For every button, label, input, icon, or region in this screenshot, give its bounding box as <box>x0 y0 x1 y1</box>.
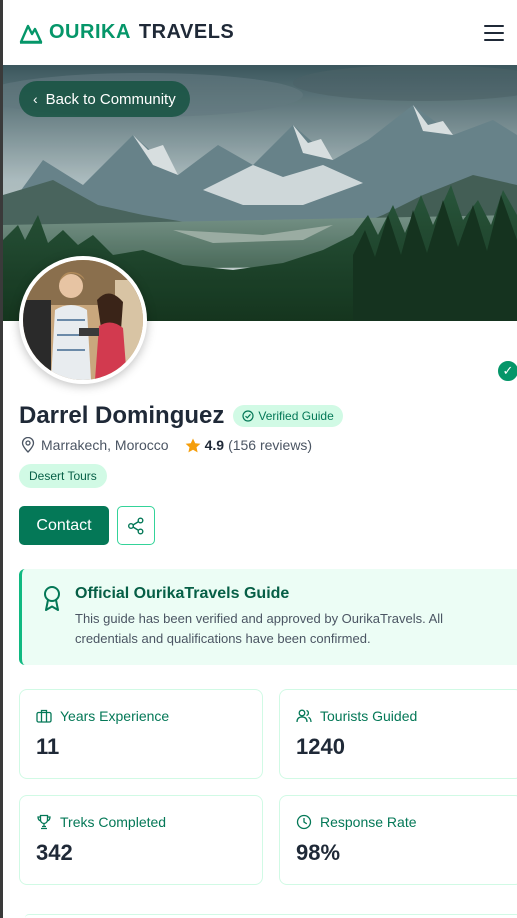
back-to-community-button[interactable]: ‹ Back to Community <box>19 81 190 117</box>
guide-name-row: Darrel Dominguez Verified Guide <box>19 402 343 430</box>
verified-guide-badge: Verified Guide <box>233 405 343 427</box>
stat-label: Years Experience <box>60 708 170 724</box>
top-nav: OURIKA TRAVELS <box>3 0 517 65</box>
clock-icon <box>296 814 312 830</box>
review-count: (156 reviews) <box>228 437 313 453</box>
stat-label: Treks Completed <box>60 814 167 830</box>
award-ribbon-icon <box>44 586 60 611</box>
stat-card-treks-completed: Treks Completed 342 <box>19 795 263 885</box>
share-button[interactable] <box>117 506 155 545</box>
brand-logo-link[interactable]: OURIKA TRAVELS <box>19 21 234 44</box>
location-pin-icon <box>21 437 35 453</box>
trophy-icon <box>37 814 51 830</box>
guide-photo <box>23 260 143 380</box>
stat-value: 98% <box>296 840 341 865</box>
stat-value: 1240 <box>296 734 345 759</box>
guide-rating: 4.9 (156 reviews) <box>185 437 313 453</box>
contact-button[interactable]: Contact <box>19 506 109 545</box>
hamburger-menu-icon[interactable] <box>484 24 504 41</box>
official-guide-panel: Official OurikaTravels Guide This guide … <box>19 569 517 665</box>
stat-card-years-experience: Years Experience 11 <box>19 689 263 779</box>
guide-location: Marrakech, Morocco <box>41 437 169 453</box>
rating-value: 4.9 <box>204 437 225 453</box>
guide-name: Darrel Dominguez <box>19 402 225 429</box>
users-icon <box>296 709 312 723</box>
stat-label: Tourists Guided <box>320 708 418 724</box>
guide-meta-row: Marrakech, Morocco 4.9 (156 reviews) <box>21 437 312 453</box>
brand-name-secondary: TRAVELS <box>138 21 235 43</box>
briefcase-icon <box>36 709 52 723</box>
share-icon <box>128 517 144 534</box>
star-icon <box>185 438 200 452</box>
stat-card-response-rate: Response Rate 98% <box>279 795 517 885</box>
mountain-logo-icon <box>19 24 43 44</box>
check-circle-icon <box>242 410 254 422</box>
official-guide-text: This guide has been verified and approve… <box>75 611 444 646</box>
stat-value: 11 <box>36 734 60 759</box>
chevron-left-icon: ‹ <box>33 91 38 107</box>
verified-guide-label: Verified Guide <box>258 409 334 423</box>
verified-check-icon: ✓ <box>496 359 517 383</box>
next-card-edge <box>25 914 517 918</box>
stat-label: Response Rate <box>320 814 417 830</box>
guide-avatar <box>19 256 147 384</box>
official-guide-title: Official OurikaTravels Guide <box>75 585 290 602</box>
back-button-label: Back to Community <box>45 90 176 108</box>
brand-name-primary: OURIKA <box>49 21 131 43</box>
stat-card-tourists-guided: Tourists Guided 1240 <box>279 689 517 779</box>
stat-value: 342 <box>36 840 73 865</box>
specialty-tag: Desert Tours <box>19 464 107 488</box>
